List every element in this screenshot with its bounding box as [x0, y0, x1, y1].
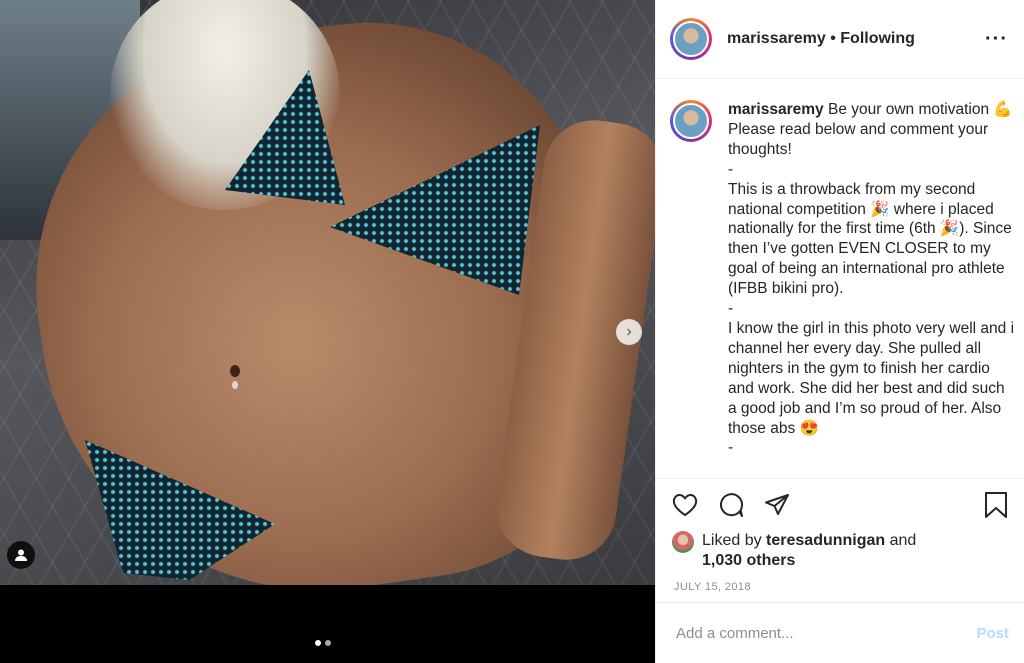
action-bar — [656, 479, 1024, 531]
avatar[interactable] — [673, 21, 709, 57]
liker-avatar[interactable] — [672, 531, 694, 553]
likes-middle: and — [885, 532, 917, 549]
username-link[interactable]: marissaremy — [727, 30, 826, 47]
post-comment-button[interactable]: Post — [976, 625, 1009, 642]
more-options-icon[interactable]: ··· — [985, 28, 1008, 51]
caption-text: Be your own motivation 💪 Please read bel… — [728, 101, 1015, 457]
bookmark-icon[interactable] — [983, 492, 1009, 518]
post-sidebar: marissaremy • Following ··· marissaremy … — [655, 0, 1024, 663]
user-icon — [15, 549, 27, 561]
post-header: marissaremy • Following ··· — [656, 0, 1024, 79]
follow-status-button[interactable]: Following — [840, 30, 915, 47]
likes-text: Liked by teresadunnigan and 1,030 others — [702, 531, 916, 571]
chevron-right-icon: › — [626, 323, 632, 340]
liker-username-link[interactable]: teresadunnigan — [766, 532, 885, 549]
comment-icon[interactable] — [718, 492, 744, 518]
carousel-indicator — [315, 640, 331, 646]
comment-bar: Post — [656, 602, 1024, 663]
likes-others-link[interactable]: 1,030 others — [702, 552, 795, 569]
caption: marissaremy Be your own motivation 💪 Ple… — [670, 100, 1015, 470]
likes-prefix: Liked by — [702, 532, 767, 549]
post-date[interactable]: July 15, 2018 — [656, 571, 1024, 593]
post-photo[interactable]: › — [0, 0, 655, 585]
comment-input[interactable] — [674, 623, 977, 643]
caption-username-link[interactable]: marissaremy — [728, 101, 824, 118]
navel-piercing — [230, 365, 240, 377]
carousel-dot-active — [315, 640, 321, 646]
caption-avatar[interactable] — [673, 103, 709, 139]
post-footer: Liked by teresadunnigan and 1,030 others… — [656, 478, 1024, 593]
separator: • — [830, 30, 836, 47]
likes-summary: Liked by teresadunnigan and 1,030 others — [656, 531, 1024, 571]
share-icon[interactable] — [764, 492, 790, 518]
heart-icon[interactable] — [672, 492, 698, 518]
caption-body: marissaremy Be your own motivation 💪 Ple… — [728, 100, 1015, 470]
carousel-dot — [325, 640, 331, 646]
story-ring[interactable] — [670, 18, 712, 60]
caption-story-ring[interactable] — [670, 100, 712, 142]
post-media[interactable]: › — [0, 0, 655, 663]
carousel-next-button[interactable]: › — [616, 319, 642, 345]
header-text: marissaremy • Following — [727, 30, 985, 48]
tagged-users-button[interactable] — [7, 541, 35, 569]
